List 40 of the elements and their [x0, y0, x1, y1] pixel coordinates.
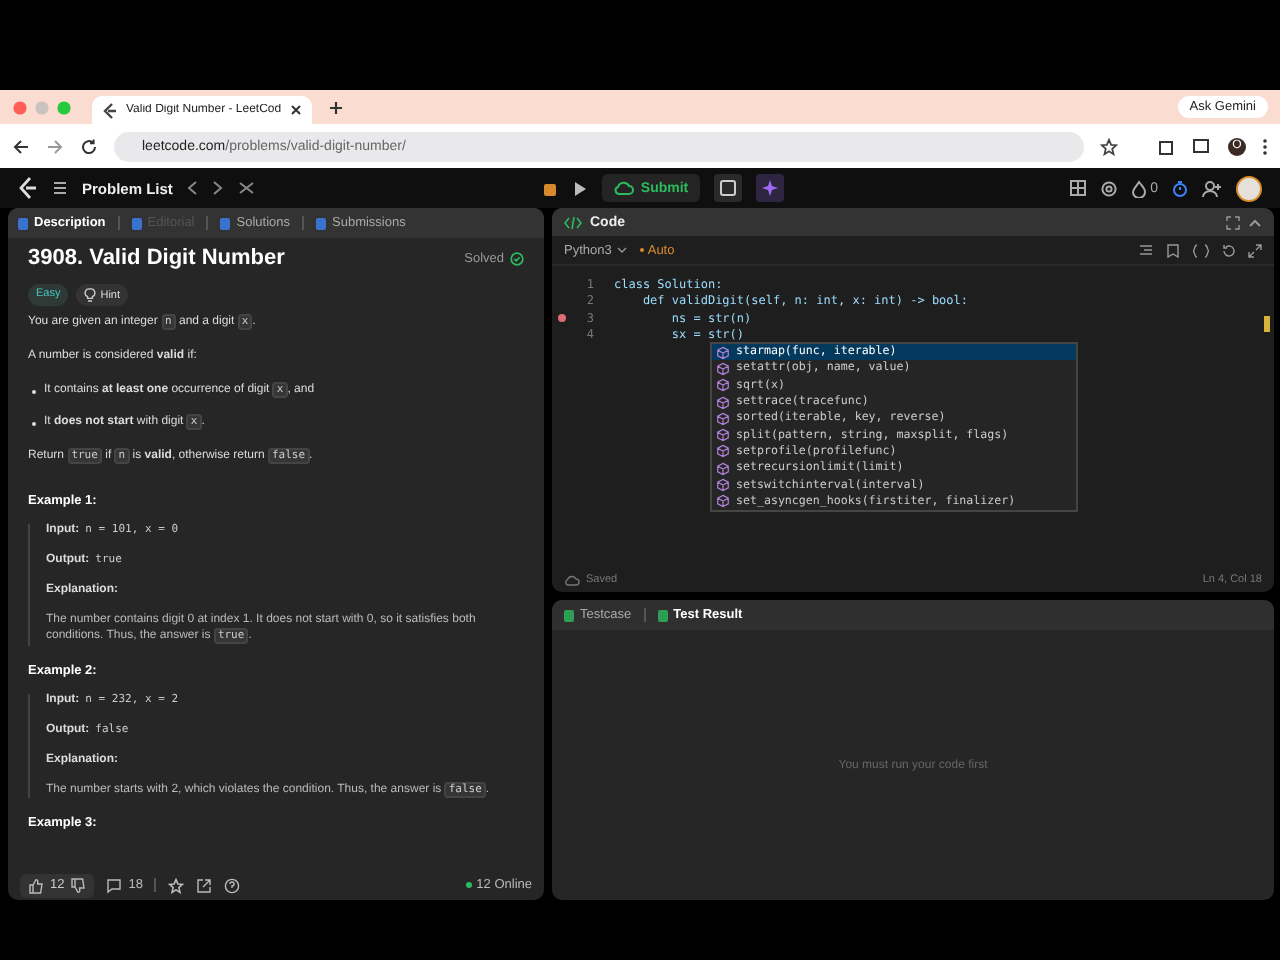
add-user-icon[interactable] [1202, 179, 1223, 197]
next-icon[interactable] [212, 180, 225, 196]
expand-icon[interactable] [1248, 243, 1262, 257]
sparkle-icon[interactable] [756, 174, 785, 202]
new-tab-icon[interactable] [328, 99, 344, 115]
more-icon[interactable] [1262, 137, 1268, 155]
cloud-icon [614, 180, 635, 196]
layout-icon[interactable] [1070, 180, 1087, 196]
braces-icon[interactable] [1192, 243, 1210, 257]
bookmark-icon[interactable] [1166, 243, 1180, 257]
collapse-icon[interactable] [1248, 215, 1262, 229]
help-icon[interactable] [224, 877, 241, 893]
problem-title: 3908. Valid Digit Number [28, 246, 287, 270]
forward-icon[interactable] [46, 137, 64, 155]
fullscreen-icon[interactable] [1226, 215, 1240, 229]
online-dot [466, 882, 473, 888]
lightbulb-icon [84, 288, 97, 302]
thumbs-up-icon [28, 877, 44, 893]
list-icon [52, 180, 68, 196]
check-circle-icon [510, 251, 524, 265]
format-icon[interactable] [1138, 243, 1154, 257]
reload-icon[interactable] [80, 137, 98, 155]
timer-icon[interactable] [1172, 179, 1189, 197]
thumbs-down-icon[interactable] [70, 877, 87, 893]
chevron-down-icon [615, 246, 628, 254]
star-icon[interactable] [168, 877, 185, 893]
comment-icon[interactable] [106, 877, 123, 893]
back-icon[interactable] [12, 137, 30, 155]
star-icon[interactable] [1100, 137, 1118, 155]
cloud-icon [564, 574, 580, 586]
code-icon [564, 215, 582, 229]
settings-icon[interactable] [1100, 179, 1119, 197]
user-avatar[interactable] [1236, 175, 1263, 201]
run-icon[interactable] [572, 179, 589, 197]
scroll-marker [1264, 316, 1270, 332]
breakpoint-marker[interactable] [558, 314, 566, 323]
share-icon[interactable] [196, 877, 213, 893]
close-icon[interactable] [290, 104, 302, 116]
previous-icon[interactable] [186, 180, 199, 196]
reset-icon[interactable] [1222, 243, 1236, 257]
